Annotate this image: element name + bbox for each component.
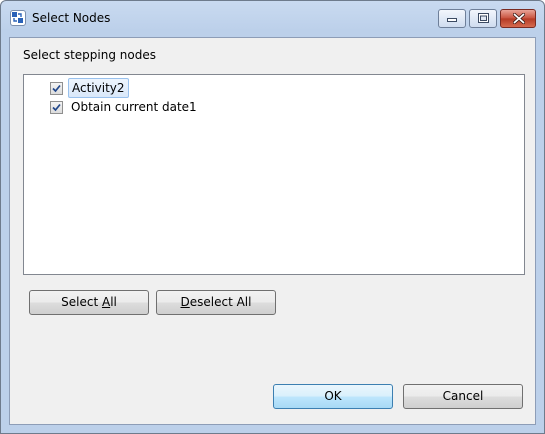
dialog-body: Select stepping nodes Activity2 Obtain c… — [9, 37, 536, 425]
close-icon — [513, 13, 525, 24]
app-icon[interactable] — [10, 10, 26, 26]
checkmark-icon — [52, 84, 61, 93]
node-checkbox[interactable] — [50, 101, 63, 114]
maximize-icon — [478, 13, 489, 23]
nodes-list[interactable]: Activity2 Obtain current date1 — [23, 74, 525, 275]
select-all-mnemonic: A — [101, 295, 111, 309]
select-all-text: Select — [61, 295, 102, 309]
select-all-button[interactable]: Select All — [29, 290, 149, 315]
title-bar[interactable]: Select Nodes — [1, 1, 544, 37]
ok-button[interactable]: OK — [273, 384, 393, 409]
instruction-label: Select stepping nodes — [23, 48, 156, 62]
node-checkbox[interactable] — [50, 82, 63, 95]
deselect-all-mnemonic: D — [180, 295, 190, 309]
node-label: Obtain current date1 — [71, 100, 197, 114]
deselect-all-button[interactable]: Deselect All — [156, 290, 276, 315]
select-all-text-rest: ll — [110, 295, 117, 309]
deselect-all-text-rest: eselect All — [189, 295, 252, 309]
dialog-window: Select Nodes Select stepping nodes Activ… — [0, 0, 545, 434]
close-button[interactable] — [500, 9, 536, 28]
minimize-button[interactable] — [438, 9, 466, 28]
cancel-button[interactable]: Cancel — [403, 384, 523, 409]
checkmark-icon — [52, 103, 61, 112]
minimize-icon — [447, 18, 457, 22]
node-label: Activity2 — [68, 78, 129, 98]
maximize-button[interactable] — [469, 9, 497, 28]
window-title: Select Nodes — [32, 11, 111, 25]
